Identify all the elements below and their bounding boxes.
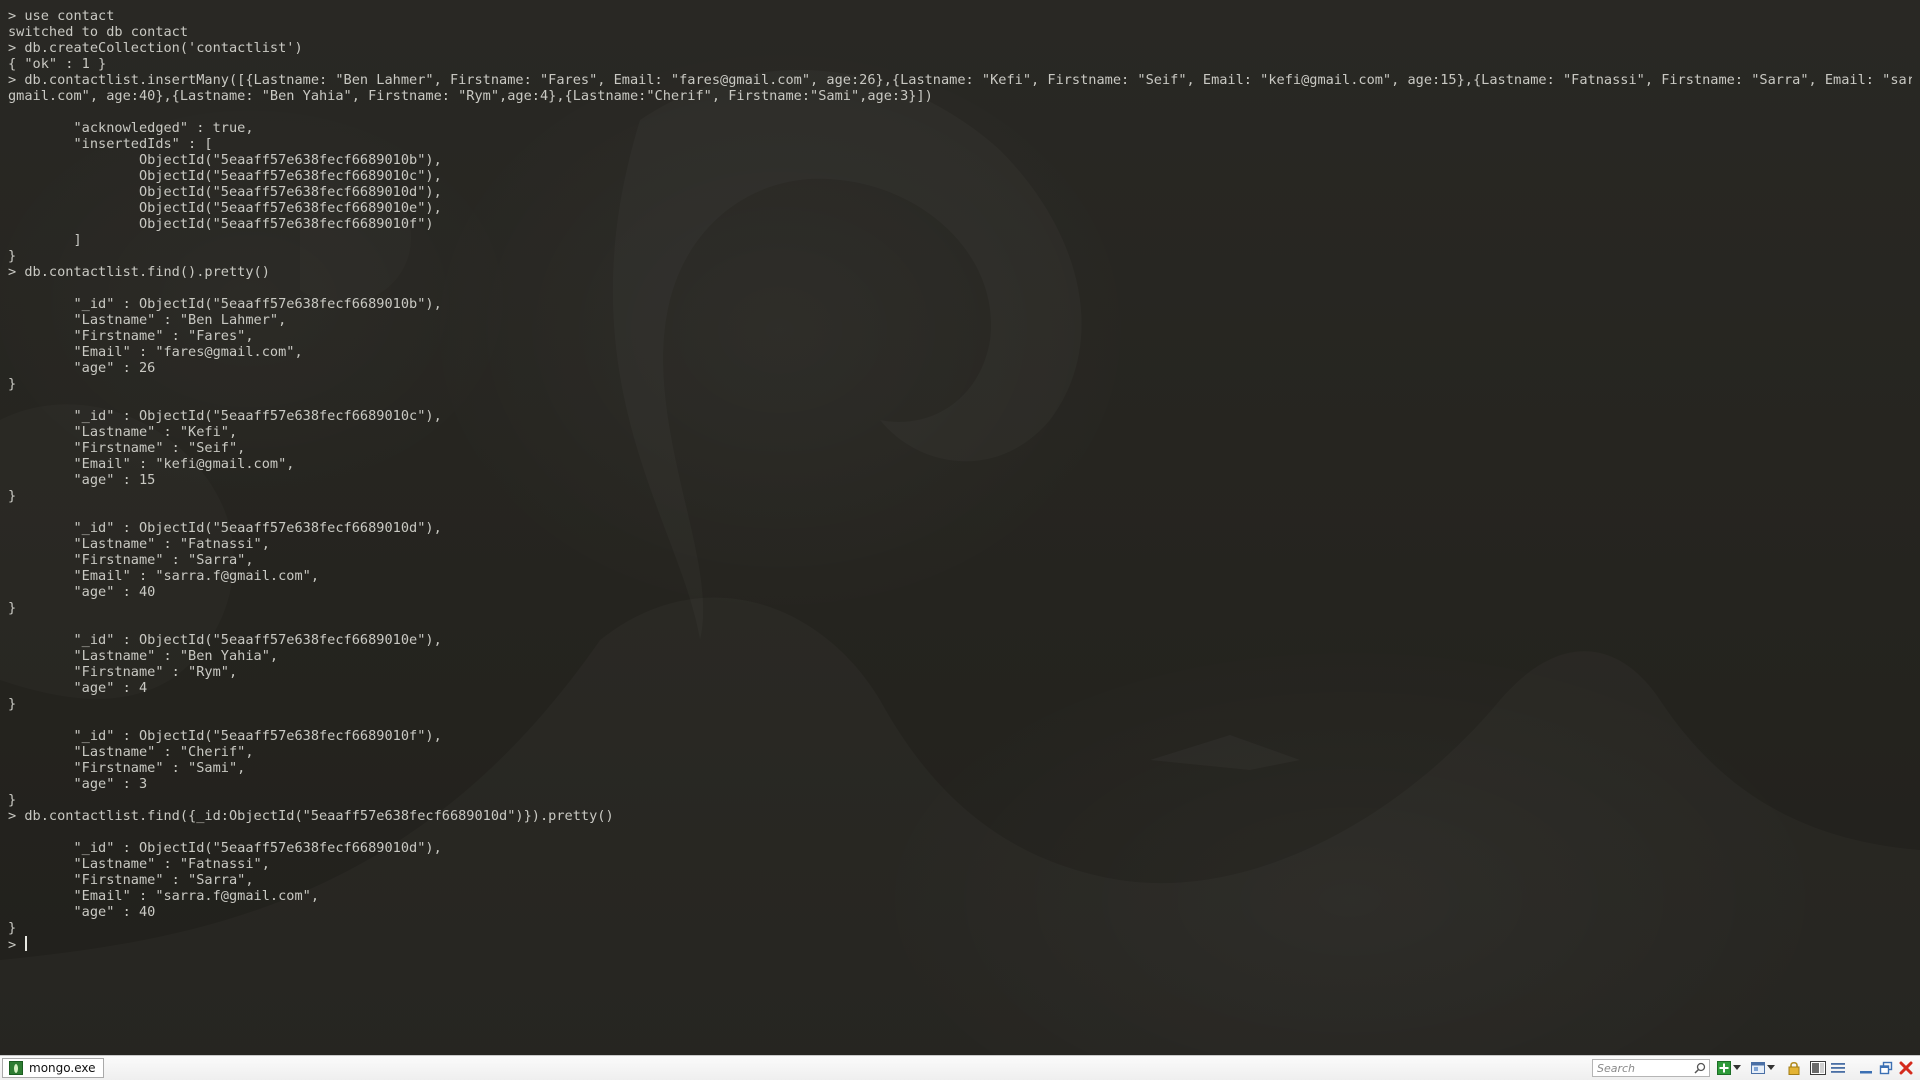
console-line: "age" : 26 xyxy=(8,360,156,376)
taskbar-item-mongo[interactable]: mongo.exe xyxy=(2,1058,104,1078)
close-icon[interactable] xyxy=(1898,1060,1914,1076)
lock-icon[interactable] xyxy=(1786,1060,1802,1076)
console-line: "insertedIds" : [ xyxy=(8,136,213,152)
restore-icon[interactable] xyxy=(1878,1060,1894,1076)
console-line: "Firstname" : "Sarra", xyxy=(8,552,254,568)
console-line: } xyxy=(8,920,17,936)
dropdown-icon[interactable] xyxy=(1732,1060,1742,1076)
console-line: > db.contactlist.find().pretty() xyxy=(8,264,270,280)
console-line: "age" : 4 xyxy=(8,680,148,696)
console-line: "Lastname" : "Fatnassi", xyxy=(8,856,270,872)
console-line: "_id" : ObjectId("5eaaff57e638fecf668901… xyxy=(8,408,442,424)
console-line: "_id" : ObjectId("5eaaff57e638fecf668901… xyxy=(8,840,442,856)
search-input[interactable] xyxy=(1593,1060,1693,1076)
console-line: } xyxy=(8,600,17,616)
console-line: "Firstname" : "Sami", xyxy=(8,760,246,776)
console-line: > db.contactlist.insertMany([{Lastname: … xyxy=(8,72,1912,88)
console-line: ] xyxy=(8,232,82,248)
search-box[interactable] xyxy=(1592,1059,1710,1077)
console-line: "Firstname" : "Seif", xyxy=(8,440,246,456)
layout-icon[interactable] xyxy=(1810,1060,1826,1076)
console-line: > use contact xyxy=(8,8,115,24)
text-cursor xyxy=(25,936,28,951)
console-line: "age" : 3 xyxy=(8,776,148,792)
console-line: > db.contactlist.find({_id:ObjectId("5ea… xyxy=(8,808,614,824)
console-line: "_id" : ObjectId("5eaaff57e638fecf668901… xyxy=(8,520,442,536)
console-line: ObjectId("5eaaff57e638fecf6689010f") xyxy=(8,216,434,232)
console-line: "acknowledged" : true, xyxy=(8,120,254,136)
console-line: ObjectId("5eaaff57e638fecf6689010b"), xyxy=(8,152,442,168)
console-prompt-line[interactable]: > xyxy=(8,936,1912,953)
console-line: "_id" : ObjectId("5eaaff57e638fecf668901… xyxy=(8,296,442,312)
desktop-screen: > use contact switched to db contact > db.… xyxy=(0,0,1920,1080)
console-line: "Email" : "sarra.f@gmail.com", xyxy=(8,888,319,904)
minimize-icon[interactable] xyxy=(1858,1060,1874,1076)
console-line: "Lastname" : "Ben Lahmer", xyxy=(8,312,287,328)
console-line: "age" : 40 xyxy=(8,904,156,920)
console-line: ObjectId("5eaaff57e638fecf6689010d"), xyxy=(8,184,442,200)
console-line: "_id" : ObjectId("5eaaff57e638fecf668901… xyxy=(8,728,442,744)
console-line: "age" : 40 xyxy=(8,584,156,600)
console-line: > db.createCollection('contactlist') xyxy=(8,40,303,56)
console-line: "age" : 15 xyxy=(8,472,156,488)
list-icon[interactable] xyxy=(1830,1060,1846,1076)
console-line: gmail.com", age:40},{Lastname: "Ben Yahi… xyxy=(8,88,933,104)
add-icon[interactable] xyxy=(1716,1060,1732,1076)
mongo-app-icon xyxy=(9,1061,23,1075)
taskbar: mongo.exe xyxy=(0,1055,1920,1080)
console-line: "Lastname" : "Cherif", xyxy=(8,744,254,760)
console-line: ObjectId("5eaaff57e638fecf6689010e"), xyxy=(8,200,442,216)
console-line: "Lastname" : "Kefi", xyxy=(8,424,238,440)
search-icon[interactable] xyxy=(1694,1062,1706,1074)
window-icon[interactable] xyxy=(1750,1060,1766,1076)
console-line: } xyxy=(8,488,17,504)
console-line: } xyxy=(8,376,17,392)
console-prompt: > xyxy=(8,937,25,953)
console-line: "Email" : "kefi@gmail.com", xyxy=(8,456,295,472)
console-line: "Email" : "sarra.f@gmail.com", xyxy=(8,568,319,584)
taskbar-item-label: mongo.exe xyxy=(29,1061,96,1075)
console-line: "Lastname" : "Fatnassi", xyxy=(8,536,270,552)
console-line: { "ok" : 1 } xyxy=(8,56,107,72)
console-line: "Lastname" : "Ben Yahia", xyxy=(8,648,279,664)
console-line: "Firstname" : "Rym", xyxy=(8,664,238,680)
terminal-output[interactable]: > use contact switched to db contact > db.… xyxy=(8,8,1912,1048)
console-line: "_id" : ObjectId("5eaaff57e638fecf668901… xyxy=(8,632,442,648)
console-line: } xyxy=(8,248,17,264)
console-line: "Firstname" : "Fares", xyxy=(8,328,254,344)
console-line: "Email" : "fares@gmail.com", xyxy=(8,344,303,360)
dropdown-icon[interactable] xyxy=(1766,1060,1776,1076)
console-line: "Firstname" : "Sarra", xyxy=(8,872,254,888)
console-line: } xyxy=(8,696,17,712)
console-line: } xyxy=(8,792,17,808)
console-line: ObjectId("5eaaff57e638fecf6689010c"), xyxy=(8,168,442,184)
console-line: switched to db contact xyxy=(8,24,189,40)
